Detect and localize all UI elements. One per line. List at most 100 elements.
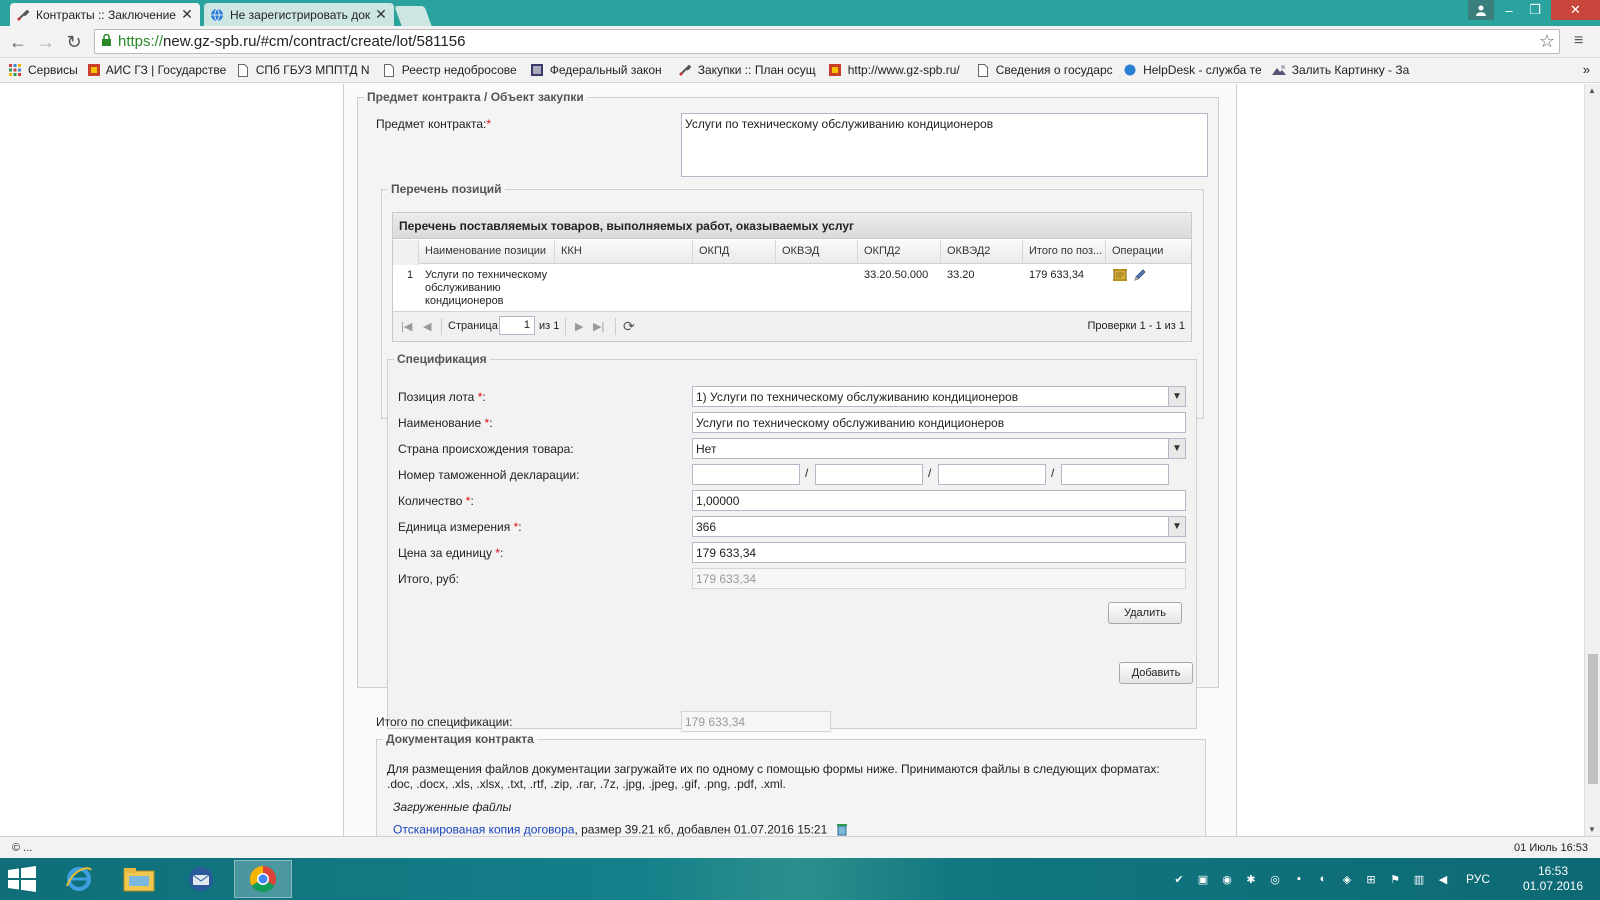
file-link[interactable]: Отсканированая копия договора [393, 823, 574, 836]
file-explorer-icon[interactable] [110, 860, 168, 898]
row-name-line: кондиционеров [425, 295, 504, 307]
docs-info-line-1: Для размещения файлов документации загру… [387, 762, 1160, 776]
row-total: 179 633,34 [1029, 269, 1085, 281]
customs-input-3[interactable] [938, 464, 1046, 485]
customs-input-1[interactable] [692, 464, 800, 485]
col-header-okpd[interactable]: ОКПД [693, 240, 776, 264]
gz-icon [87, 63, 100, 77]
price-input[interactable]: 179 633,34 [692, 542, 1186, 563]
gz-icon [828, 63, 842, 77]
minimize-icon[interactable]: – [1496, 0, 1522, 20]
delete-file-icon[interactable] [835, 822, 849, 836]
col-header-kkn[interactable]: ККН [555, 240, 693, 264]
flag-icon[interactable]: ⚑ [1386, 870, 1404, 888]
chrome-icon[interactable] [234, 860, 292, 898]
uploaded-files-label: Загруженные файлы [393, 800, 512, 814]
bookmark-label: СПб ГБУЗ МППТД N [255, 63, 370, 77]
bookmark-ais-gz[interactable]: АИС ГЗ | Государстве [87, 63, 226, 77]
page-content: Предмет контракта / Объект закупки Предм… [0, 84, 1584, 836]
subject-textarea[interactable]: Услуги по техническому обслуживанию конд… [681, 113, 1208, 177]
bookmark-services[interactable]: Сервисы [8, 63, 78, 77]
browser-menu-icon[interactable]: ≡ [1574, 32, 1583, 50]
tray-app-icon[interactable]: ⊞ [1362, 870, 1380, 888]
page-count-label: из 1 [539, 320, 560, 332]
volume-icon[interactable]: ◀ [1434, 870, 1452, 888]
forward-arrow-icon[interactable]: → [34, 30, 58, 54]
last-page-icon[interactable]: ▶| [593, 320, 604, 333]
tray-app-icon[interactable]: ◐ [1314, 870, 1332, 888]
new-tab-button[interactable] [394, 6, 432, 26]
reload-icon[interactable]: ↻ [62, 30, 86, 54]
chevron-down-icon[interactable]: ▼ [1168, 517, 1185, 536]
internet-explorer-icon[interactable] [50, 860, 108, 898]
delete-button[interactable]: Удалить [1108, 602, 1182, 624]
tray-app-icon[interactable]: ◈ [1338, 870, 1356, 888]
tab-contracts[interactable]: Контракты :: Заключение ✕ [10, 3, 200, 26]
scrollbar-thumb[interactable] [1588, 654, 1598, 784]
col-header-okved2[interactable]: ОКВЭД2 [941, 240, 1023, 264]
bookmark-star-icon[interactable]: ☆ [1539, 31, 1555, 52]
close-tab-icon[interactable]: ✕ [374, 6, 388, 23]
network-icon[interactable]: ▥ [1410, 870, 1428, 888]
clock-time: 16:53 [1537, 864, 1569, 878]
apps-icon [8, 63, 22, 77]
thunderbird-icon[interactable] [172, 860, 230, 898]
bookmark-svedeniya[interactable]: Сведения о государс [976, 63, 1114, 77]
customs-input-2[interactable] [815, 464, 923, 485]
restore-icon[interactable]: ❐ [1522, 0, 1548, 20]
edit-pencil-icon[interactable] [1133, 268, 1147, 286]
bookmark-helpdesk[interactable]: HelpDesk - служба те [1124, 63, 1262, 77]
back-arrow-icon[interactable]: ← [6, 30, 30, 54]
chevron-down-icon[interactable]: ▼ [1168, 387, 1185, 406]
table-row[interactable]: 1 Услуги по техническому обслуживанию ко… [393, 265, 1191, 311]
next-page-icon[interactable]: ▶ [575, 320, 583, 333]
user-profile-icon[interactable] [1468, 0, 1494, 20]
prev-page-icon[interactable]: ◀ [423, 320, 431, 333]
chevron-down-icon[interactable]: ▼ [1168, 439, 1185, 458]
tab-help[interactable]: Не зарегистрировать док ✕ [204, 3, 394, 26]
bookmark-gz-spb[interactable]: http://www.gz-spb.ru/ [828, 63, 966, 77]
bookmark-zalit-kartinku[interactable]: Залить Картинку - За [1271, 63, 1412, 77]
name-input[interactable]: Услуги по техническому обслуживанию конд… [692, 412, 1186, 433]
close-tab-icon[interactable]: ✕ [180, 6, 194, 23]
scroll-view-icon[interactable] [1113, 268, 1129, 286]
tray-app-icon[interactable]: ◉ [1218, 870, 1236, 888]
windows-start-icon[interactable] [8, 866, 36, 892]
taskbar-clock[interactable]: 16:53 01.07.2016 [1518, 864, 1588, 894]
grid-title: Перечень поставляемых товаров, выполняем… [393, 213, 1191, 239]
bookmark-reestr[interactable]: Реестр недобросове [382, 63, 520, 77]
country-select[interactable]: Нет ▼ [692, 438, 1186, 459]
page-scrollbar[interactable]: ▲ ▼ [1584, 84, 1600, 836]
add-button[interactable]: Добавить [1119, 662, 1193, 684]
scroll-down-icon[interactable]: ▼ [1588, 825, 1596, 834]
language-indicator[interactable]: РУС [1466, 872, 1490, 886]
network-check-icon[interactable]: ✔ [1170, 870, 1188, 888]
browser-titlebar: Контракты :: Заключение ✕ Не зарегистрир… [0, 0, 1600, 26]
tray-app-icon[interactable]: ▣ [1194, 870, 1212, 888]
scroll-up-icon[interactable]: ▲ [1588, 86, 1596, 95]
bookmark-spb-gbuz[interactable]: СПб ГБУЗ МППТД N [236, 63, 372, 77]
bookmark-label: HelpDesk - служба те [1143, 63, 1262, 77]
tray-app-icon[interactable]: ✱ [1242, 870, 1260, 888]
close-window-icon[interactable]: ✕ [1551, 0, 1600, 20]
more-bookmarks-icon[interactable]: » [1583, 62, 1590, 77]
spec-total-label: Итого по спецификации: [376, 715, 513, 729]
customs-input-4[interactable] [1061, 464, 1169, 485]
col-header-name[interactable]: Наименование позиции [419, 240, 555, 264]
docs-info-line-2: .doc, .docx, .xls, .xlsx, .txt, .rtf, .z… [387, 777, 786, 791]
unit-select[interactable]: 366 ▼ [692, 516, 1186, 537]
bookmark-zakupki-plan[interactable]: Закупки :: План осущ [678, 63, 818, 77]
col-header-okved[interactable]: ОКВЭД [776, 240, 858, 264]
page-number-input[interactable]: 1 [499, 316, 535, 335]
col-header-okpd2[interactable]: ОКПД2 [858, 240, 941, 264]
col-header-total[interactable]: Итого по поз... [1023, 240, 1106, 264]
bookmark-federal-law[interactable]: Федеральный закон [530, 63, 668, 77]
tray-app-icon[interactable]: ◎ [1266, 870, 1284, 888]
tray-app-icon[interactable]: ▪ [1290, 870, 1308, 888]
qty-input[interactable]: 1,00000 [692, 490, 1186, 511]
lot-position-select[interactable]: 1) Услуги по техническому обслуживанию к… [692, 386, 1186, 407]
pager-separator [615, 318, 616, 335]
refresh-icon[interactable]: ⟳ [623, 318, 635, 335]
first-page-icon[interactable]: |◀ [401, 320, 412, 333]
address-bar[interactable]: https://new.gz-spb.ru/#cm/contract/creat… [94, 29, 1560, 54]
